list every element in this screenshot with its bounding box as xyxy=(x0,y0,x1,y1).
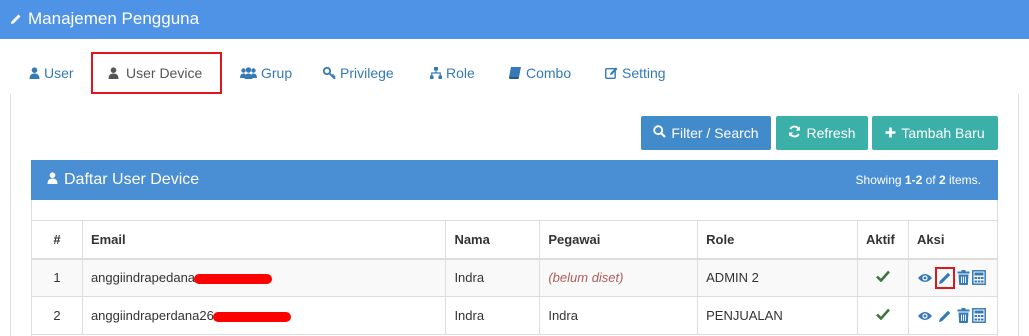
table-header-row: # Email Nama Pegawai Role Aktif Aksi xyxy=(31,220,999,260)
tab-bar: User User Device Grup Privilege Role Com… xyxy=(0,52,1029,94)
page-title: Manajemen Pengguna xyxy=(10,9,199,29)
refresh-icon xyxy=(788,125,801,141)
email-text: anggiindraperdana26 xyxy=(90,308,214,323)
aktif-cell xyxy=(856,258,909,297)
pagination-summary: Showing 1-2 of 2 items. xyxy=(856,173,981,187)
trash-icon[interactable] xyxy=(957,308,970,323)
sitemap-icon xyxy=(430,67,442,79)
panel-title: Daftar User Device xyxy=(47,171,199,189)
tab-user-device-label: User Device xyxy=(126,65,203,81)
refresh-label: Refresh xyxy=(806,125,856,141)
table-row: 2 anggiindraperdana26 Indra Indra PENJUA… xyxy=(31,296,999,335)
col-email[interactable]: Email xyxy=(81,220,447,260)
view-icon[interactable] xyxy=(917,272,933,284)
plus-icon xyxy=(885,125,896,141)
top-bar: Manajemen Pengguna xyxy=(0,0,1029,39)
email-cell: anggiindrapedana xyxy=(81,258,447,297)
summary-of: of xyxy=(925,173,936,187)
col-aktif[interactable]: Aktif xyxy=(856,220,909,260)
summary-range: 1-2 xyxy=(904,173,923,187)
refresh-button[interactable]: Refresh xyxy=(776,116,868,150)
role-cell: ADMIN 2 xyxy=(697,258,858,297)
tab-role-label: Role xyxy=(446,65,475,81)
tab-privilege[interactable]: Privilege xyxy=(323,52,394,94)
user-icon xyxy=(29,67,40,79)
col-role[interactable]: Role xyxy=(697,220,858,260)
tab-role[interactable]: Role xyxy=(430,52,475,94)
tab-setting[interactable]: Setting xyxy=(605,52,666,94)
col-number[interactable]: # xyxy=(31,220,83,260)
tab-setting-label: Setting xyxy=(622,65,666,81)
col-pegawai[interactable]: Pegawai xyxy=(539,220,699,260)
nama-cell: Indra xyxy=(445,258,541,297)
email-cell: anggiindraperdana26 xyxy=(81,296,447,335)
summary-suffix: items. xyxy=(948,173,981,187)
table-row: 1 anggiindrapedana Indra (belum diset) A… xyxy=(31,258,999,297)
book-icon xyxy=(509,67,522,79)
role-cell: PENJUALAN xyxy=(697,296,858,335)
panel-heading: Daftar User Device Showing 1-2 of 2 item… xyxy=(31,160,998,200)
tab-combo-label: Combo xyxy=(526,65,572,81)
add-new-button[interactable]: Tambah Baru xyxy=(872,116,998,150)
calculator-icon[interactable] xyxy=(972,308,986,323)
users-icon xyxy=(240,67,257,79)
trash-icon[interactable] xyxy=(957,270,970,286)
col-nama[interactable]: Nama xyxy=(445,220,541,260)
page-title-text: Manajemen Pengguna xyxy=(28,9,200,28)
aksi-cell xyxy=(907,258,999,297)
edit-pencil-icon[interactable] xyxy=(935,307,955,325)
redaction-mark xyxy=(212,311,291,322)
filter-search-label: Filter / Search xyxy=(671,125,759,141)
key-icon xyxy=(323,67,336,79)
check-icon xyxy=(876,308,890,323)
aksi-cell xyxy=(907,296,999,335)
edit-pencil-icon[interactable] xyxy=(934,266,955,289)
view-icon[interactable] xyxy=(917,310,933,322)
aktif-cell xyxy=(856,296,909,335)
add-new-label: Tambah Baru xyxy=(901,125,985,141)
summary-prefix: Showing xyxy=(855,173,902,187)
row-number: 1 xyxy=(31,258,83,297)
user-icon xyxy=(47,171,58,189)
nama-cell: Indra xyxy=(445,296,541,335)
row-number: 2 xyxy=(31,296,83,335)
pegawai-cell: Indra xyxy=(539,296,699,335)
tab-grup[interactable]: Grup xyxy=(240,52,292,94)
tab-user[interactable]: User xyxy=(29,52,74,94)
tab-user-label: User xyxy=(44,65,74,81)
filter-search-button[interactable]: Filter / Search xyxy=(641,116,771,150)
email-text: anggiindrapedana xyxy=(90,270,196,286)
search-icon xyxy=(653,125,667,141)
pegawai-cell: (belum diset) xyxy=(539,258,699,297)
summary-total: 2 xyxy=(938,173,946,187)
col-aksi: Aksi xyxy=(907,220,999,260)
panel-title-text: Daftar User Device xyxy=(64,171,200,188)
redaction-mark xyxy=(194,273,273,284)
tab-grup-label: Grup xyxy=(261,65,293,81)
calculator-icon[interactable] xyxy=(972,270,986,286)
user-device-table: # Email Nama Pegawai Role Aktif Aksi 1 a… xyxy=(31,220,999,335)
tab-user-device[interactable]: User Device xyxy=(91,52,222,94)
tab-privilege-label: Privilege xyxy=(340,65,394,81)
pencil-icon xyxy=(10,13,22,25)
tab-combo[interactable]: Combo xyxy=(509,52,571,94)
user-icon xyxy=(108,67,119,79)
check-icon xyxy=(876,270,890,285)
edit-icon xyxy=(605,67,618,79)
